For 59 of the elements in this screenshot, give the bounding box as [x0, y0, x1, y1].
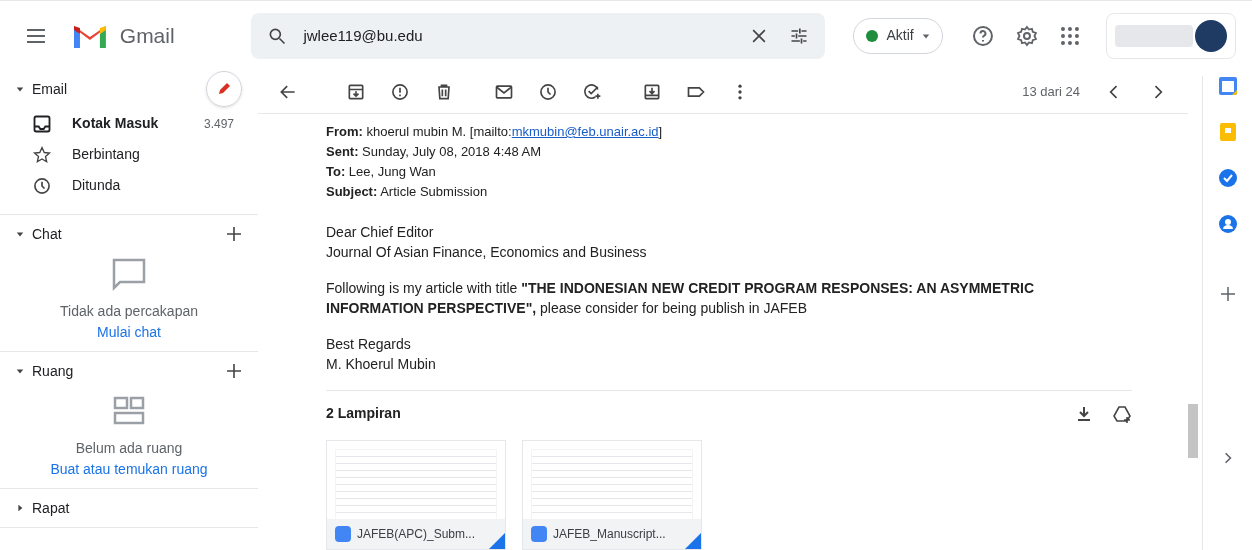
- settings-icon[interactable]: [1014, 23, 1039, 48]
- caret-icon[interactable]: [16, 230, 24, 238]
- clock-icon: [32, 175, 52, 196]
- attachment-card[interactable]: JAFEB_Manuscript...: [522, 440, 702, 550]
- header-line: Subject: Article Submission: [326, 183, 489, 201]
- section-header[interactable]: Email: [32, 78, 206, 100]
- body-text: M. Khoerul Mubin: [326, 355, 437, 374]
- sidebar-item[interactable]: Kotak Masuk 3.497: [0, 108, 258, 139]
- plus-icon[interactable]: [226, 363, 242, 379]
- star-icon: [32, 144, 52, 165]
- attachment-card[interactable]: JAFEB(APC)_Subm...: [326, 440, 506, 550]
- search-field[interactable]: jwlee119@bu.edu: [251, 12, 826, 59]
- empty-state-text: Belum ada ruang: [75, 439, 183, 458]
- link[interactable]: Buat atau temukan ruang: [50, 459, 208, 480]
- plus-icon[interactable]: [226, 226, 242, 242]
- contact-icon[interactable]: [1217, 214, 1238, 234]
- section-header[interactable]: Rapat: [32, 497, 242, 519]
- page-corner-icon: [685, 533, 701, 549]
- page-corner-icon: [489, 533, 505, 549]
- header-line: Sent: Sunday, July 08, 2018 4:48 AM: [326, 143, 543, 161]
- caret-icon[interactable]: [16, 85, 24, 93]
- section-header[interactable]: Ruang: [32, 360, 226, 382]
- app-name: Gmail: [119, 22, 176, 49]
- check-circle-icon[interactable]: [1217, 168, 1238, 188]
- avatar[interactable]: [1195, 19, 1227, 52]
- attachments-title: 2 Lampiran: [326, 404, 402, 423]
- chat-bubble-icon: [111, 257, 147, 293]
- body-text: Journal Of Asian Finance, Economics and Business: [326, 243, 648, 262]
- body-text: Following is my article with title "THE INDONESIAN NEW CREDIT PROGRAM RESPONSES: AN ASYMMETRIC INFORMATION PERSPECTIVE", please consider for being publish in JAFEB: [326, 279, 1036, 318]
- caret-icon: [921, 31, 930, 40]
- report-spam-icon[interactable]: [390, 81, 410, 102]
- file-name: JAFEB_Manuscript...: [553, 526, 666, 543]
- scrollbar-thumb[interactable]: [1188, 404, 1198, 458]
- header-line: To: Lee, Jung Wan: [326, 163, 437, 181]
- add-to-drive-icon[interactable]: [1112, 403, 1132, 424]
- inbox-icon: [32, 113, 52, 134]
- section-header[interactable]: Chat: [32, 223, 226, 245]
- sidebar-item[interactable]: Berbintang: [0, 139, 258, 170]
- body-text: Best Regards: [326, 335, 412, 354]
- download-icon[interactable]: [1076, 405, 1092, 422]
- account-chip[interactable]: [1106, 12, 1236, 59]
- word-file-icon: [531, 526, 547, 542]
- caret-icon[interactable]: [16, 504, 24, 512]
- clock-icon[interactable]: [538, 81, 558, 102]
- calendar-icon[interactable]: [1217, 76, 1238, 96]
- email-link[interactable]: mkmubin@feb.unair.ac.id: [511, 124, 659, 139]
- file-name: JAFEB(APC)_Subm...: [357, 526, 476, 543]
- unread-count: 3.497: [203, 115, 234, 133]
- word-file-icon: [335, 526, 351, 542]
- sidebar-item[interactable]: Ditunda: [0, 170, 258, 201]
- add-task-icon[interactable]: [582, 81, 602, 102]
- message-counter: 13 dari 24: [1022, 82, 1080, 101]
- help-icon[interactable]: [970, 23, 995, 48]
- body-text: Dear Chief Editor: [326, 223, 435, 242]
- header-line: From: khoerul mubin M. [mailto:mkmubin@feb.unair.ac.id]: [326, 123, 664, 141]
- empty-state-text: Tidak ada percakapan: [60, 302, 198, 321]
- pencil-icon: [216, 81, 232, 97]
- link[interactable]: Mulai chat: [97, 322, 161, 343]
- caret-icon[interactable]: [16, 367, 24, 375]
